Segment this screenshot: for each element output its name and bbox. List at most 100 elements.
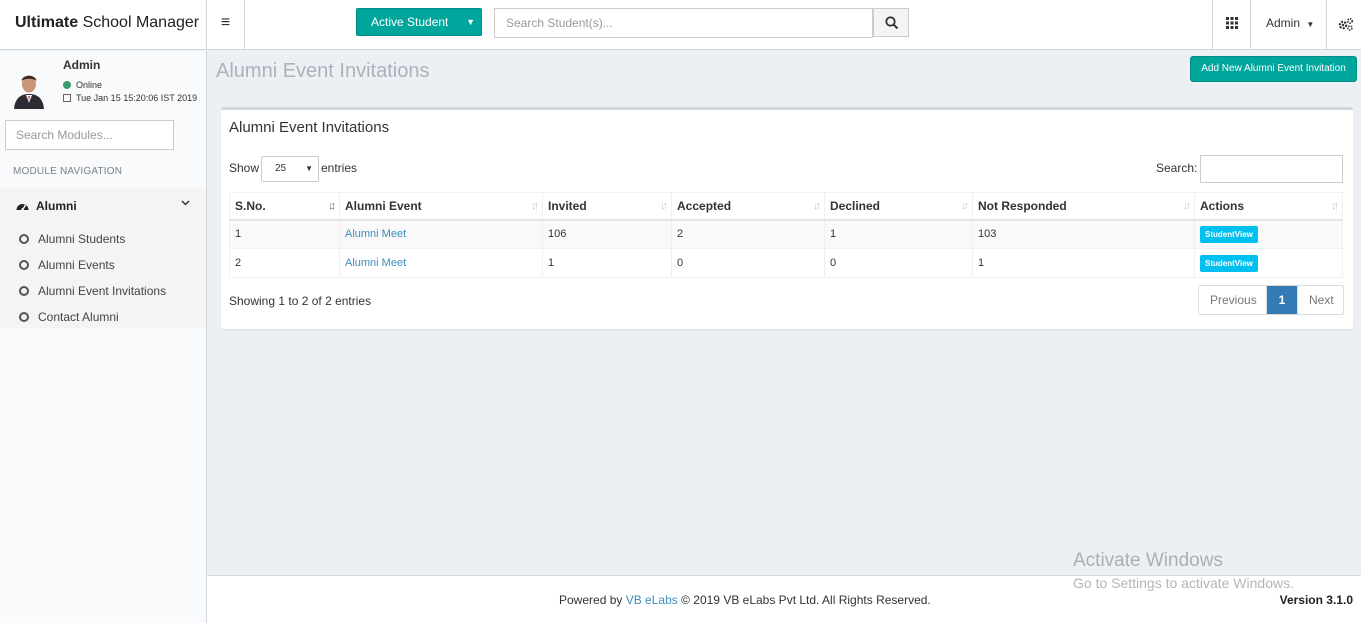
student-view-button[interactable]: StudentView	[1200, 254, 1258, 272]
pagination-page-1-button[interactable]: 1	[1267, 286, 1297, 314]
sidebar-toggle-icon[interactable]: ≡	[207, 0, 245, 50]
user-datetime: Tue Jan 15 15:20:06 IST 2019	[63, 93, 197, 103]
cell-not-responded: 1	[972, 248, 1195, 278]
cell-event: Alumni Meet	[339, 248, 543, 278]
online-dot-icon	[63, 81, 71, 89]
sidebar-item-label: Alumni Students	[38, 232, 126, 246]
column-header-label: Not Responded	[978, 198, 1067, 213]
cell-invited: 106	[542, 219, 672, 249]
sidebar-item-label: Alumni Event Invitations	[38, 284, 167, 298]
module-navigation-header: MODULE NAVIGATION	[13, 166, 123, 177]
sidebar-group-label: Alumni	[36, 199, 77, 213]
activate-windows-subtitle: Go to Settings to activate Windows.	[1073, 575, 1294, 591]
caret-down-icon: ▼	[1306, 20, 1315, 29]
table-search-label: Search:	[1156, 161, 1198, 175]
footer-text: Powered by VB eLabs © 2019 VB eLabs Pvt …	[559, 593, 931, 607]
pagination-next-button[interactable]: Next	[1297, 286, 1343, 314]
sidebar-item-alumni-event-invitations[interactable]: Alumni Event Invitations	[19, 284, 166, 298]
active-student-dropdown[interactable]: Active Student ▼	[356, 8, 482, 36]
sort-icon: ↓↑	[961, 200, 969, 212]
table-search-input[interactable]	[1200, 155, 1343, 183]
user-name: Admin	[63, 58, 101, 72]
logo-rest-text: School Manager	[78, 14, 200, 31]
table-row: 2 Alumni Meet 1 0 0 1 StudentView	[229, 248, 1343, 278]
cell-not-responded: 103	[972, 219, 1195, 249]
calendar-icon	[63, 94, 71, 102]
column-header-sno[interactable]: S.No. ↓↕	[229, 192, 340, 221]
pagination-previous-button[interactable]: Previous	[1199, 286, 1267, 314]
admin-user-menu[interactable]: Admin ▼	[1250, 0, 1326, 50]
logo-bold-text: Ultimate	[15, 14, 79, 31]
student-search-input[interactable]: Search Student(s)...	[494, 8, 873, 38]
sort-icon: ↓↑	[531, 200, 539, 212]
show-label: Show	[229, 161, 260, 175]
cell-actions: StudentView	[1194, 219, 1343, 249]
module-search-input[interactable]: Search Modules...	[5, 120, 174, 150]
table-row: 1 Alumni Meet 106 2 1 103 StudentView	[229, 219, 1343, 249]
cell-accepted: 0	[671, 248, 825, 278]
sidebar: Admin Online Tue Jan 15 15:20:06 IST 201…	[0, 51, 207, 623]
apps-grid-button[interactable]	[1212, 0, 1250, 50]
settings-button[interactable]	[1326, 0, 1361, 50]
entries-per-page-select[interactable]: 25 ▼	[261, 156, 319, 182]
datetime-text: Tue Jan 15 15:20:06 IST 2019	[76, 93, 198, 103]
alumni-event-link[interactable]: Alumni Meet	[345, 228, 406, 240]
table-info-text: Showing 1 to 2 of 2 entries	[229, 294, 372, 308]
circle-icon	[19, 312, 29, 322]
column-header-label: Accepted	[677, 198, 732, 213]
sidebar-item-label: Contact Alumni	[38, 310, 119, 324]
column-header-accepted[interactable]: Accepted ↓↑	[671, 192, 825, 221]
grid-icon	[1226, 17, 1238, 29]
sidebar-item-alumni[interactable]: Alumni	[16, 199, 77, 213]
admin-menu-label: Admin	[1266, 16, 1301, 30]
cell-declined: 0	[824, 248, 973, 278]
chevron-down-icon[interactable]	[181, 200, 190, 206]
add-alumni-event-invitation-button[interactable]: Add New Alumni Event Invitation	[1190, 56, 1357, 82]
sidebar-item-label: Alumni Events	[38, 258, 115, 272]
cell-declined: 1	[824, 219, 973, 249]
top-header: Ultimate School Manager ≡ Active Student…	[0, 0, 1361, 50]
user-status: Online	[63, 80, 102, 90]
column-header-label: S.No.	[235, 198, 266, 213]
sidebar-item-alumni-events[interactable]: Alumni Events	[19, 258, 115, 272]
sort-icon: ↓↑	[660, 200, 668, 212]
column-header-invited[interactable]: Invited ↓↑	[542, 192, 672, 221]
pagination: Previous 1 Next	[1198, 285, 1344, 315]
sidebar-item-contact-alumni[interactable]: Contact Alumni	[19, 310, 119, 324]
page-title: Alumni Event Invitations	[216, 60, 430, 82]
company-link[interactable]: VB eLabs	[626, 593, 678, 607]
invitations-table: S.No. ↓↕ Alumni Event ↓↑ Invited ↓↑ Accepte…	[229, 192, 1343, 278]
cell-event: Alumni Meet	[339, 219, 543, 249]
column-header-not-responded[interactable]: Not Responded ↓↑	[972, 192, 1195, 221]
caret-down-icon: ▼	[305, 164, 313, 173]
invitations-box: Alumni Event Invitations Show 25 ▼ entri…	[221, 107, 1353, 329]
table-header-row: S.No. ↓↕ Alumni Event ↓↑ Invited ↓↑ Accepte…	[229, 192, 1343, 221]
circle-icon	[19, 286, 29, 296]
circle-icon	[19, 234, 29, 244]
cell-accepted: 2	[671, 219, 825, 249]
cell-actions: StudentView	[1194, 248, 1343, 278]
caret-down-icon: ▼	[466, 17, 475, 27]
column-header-label: Alumni Event	[345, 198, 422, 213]
cell-sno: 2	[229, 248, 340, 278]
column-header-declined[interactable]: Declined ↓↑	[824, 192, 973, 221]
sidebar-item-alumni-students[interactable]: Alumni Students	[19, 232, 125, 246]
search-button[interactable]	[873, 8, 909, 37]
app-logo[interactable]: Ultimate School Manager	[0, 0, 207, 50]
menu-group-alumni: Alumni Alumni Students Alumni Events Alu…	[0, 188, 206, 328]
student-view-button[interactable]: StudentView	[1200, 225, 1258, 243]
column-header-actions[interactable]: Actions ↓↑	[1194, 192, 1343, 221]
sort-icon: ↓↑	[1183, 200, 1191, 212]
cell-sno: 1	[229, 219, 340, 249]
powered-by-text: Powered by	[559, 593, 623, 607]
gears-icon	[1338, 17, 1354, 31]
column-header-alumni-event[interactable]: Alumni Event ↓↑	[339, 192, 543, 221]
cell-invited: 1	[542, 248, 672, 278]
column-header-label: Declined	[830, 198, 881, 213]
sort-icon: ↓↑	[813, 200, 821, 212]
alumni-event-link[interactable]: Alumni Meet	[345, 257, 406, 269]
sort-icon: ↓↑	[1331, 200, 1339, 212]
entries-select-value: 25	[275, 163, 287, 174]
version-text: Version 3.1.0	[1279, 593, 1353, 607]
user-status-text: Online	[76, 80, 103, 90]
